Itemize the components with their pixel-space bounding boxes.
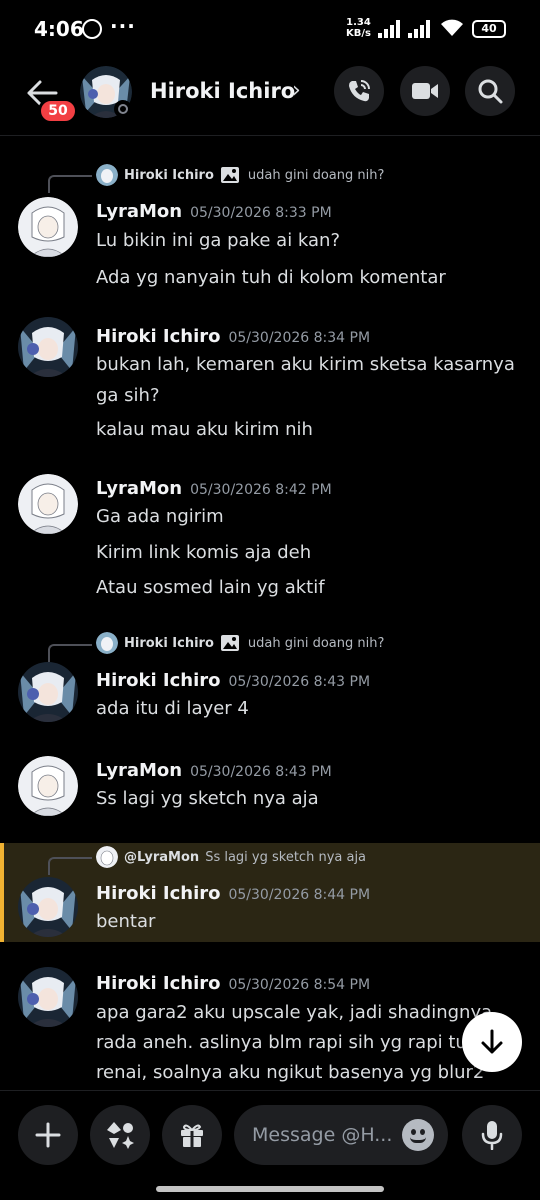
apps-button[interactable] — [90, 1105, 150, 1165]
signal-icon — [378, 20, 402, 38]
microphone-icon — [481, 1121, 503, 1150]
avatar[interactable] — [18, 967, 78, 1027]
avatar — [96, 632, 118, 654]
reply-text: udah gini doang nih? — [247, 635, 385, 651]
message-text: Kirim link komis aja deh — [96, 542, 312, 563]
contact-name[interactable]: Hiroki Ichiro — [150, 79, 295, 103]
battery-icon: 40 — [472, 20, 506, 38]
reply-preview[interactable]: Hiroki Ichiro udah gini doang nih? — [96, 631, 384, 655]
offline-status-icon — [114, 100, 132, 118]
message-text: Atau sosmed lain yg aktif — [96, 577, 325, 598]
emoji-icon[interactable] — [402, 1119, 434, 1151]
image-icon — [220, 167, 239, 183]
message-text: Ss lagi yg sketch nya aja — [96, 788, 319, 809]
whatsapp-icon — [82, 19, 102, 39]
network-speed-value: 1.34 — [346, 17, 371, 28]
author-name[interactable]: Hiroki Ichiro — [96, 326, 220, 347]
message-author[interactable]: LyraMon 05/30/2026 8:33 PM — [96, 201, 332, 222]
message-author[interactable]: LyraMon 05/30/2026 8:42 PM — [96, 478, 332, 499]
author-name[interactable]: LyraMon — [96, 478, 182, 499]
avatar — [96, 164, 118, 186]
message-input-box[interactable] — [234, 1105, 448, 1165]
message-author[interactable]: Hiroki Ichiro 05/30/2026 8:43 PM — [96, 670, 370, 691]
timestamp: 05/30/2026 8:33 PM — [190, 205, 332, 221]
search-icon — [478, 79, 503, 104]
message-text: Ada yg nanyain tuh di kolom komentar — [96, 267, 446, 288]
message-author[interactable]: Hiroki Ichiro 05/30/2026 8:44 PM — [96, 883, 370, 904]
reply-text: udah gini doang nih? — [247, 167, 385, 183]
avatar[interactable] — [18, 317, 78, 377]
signal-icon-2 — [408, 20, 432, 38]
message-text: bentar — [96, 911, 156, 932]
avatar[interactable] — [18, 756, 78, 816]
reply-preview[interactable]: Hiroki Ichiro udah gini doang nih? — [96, 163, 384, 187]
message-author[interactable]: Hiroki Ichiro 05/30/2026 8:54 PM — [96, 973, 370, 994]
attach-button[interactable] — [18, 1105, 78, 1165]
gift-icon — [181, 1124, 203, 1147]
home-indicator[interactable] — [156, 1186, 384, 1192]
avatar[interactable] — [18, 474, 78, 534]
network-speed-unit: KB/s — [346, 28, 371, 39]
timestamp: 05/30/2026 8:43 PM — [228, 674, 371, 690]
message-text: ada itu di layer 4 — [96, 698, 249, 719]
timestamp: 05/30/2026 8:44 PM — [228, 887, 371, 903]
wifi-icon — [441, 19, 463, 36]
clock: 4:06 — [34, 17, 84, 41]
author-name[interactable]: Hiroki Ichiro — [96, 883, 220, 904]
reply-author: @LyraMon — [124, 849, 200, 865]
more-notifications-icon: ··· — [110, 14, 136, 38]
voice-call-button[interactable] — [334, 66, 384, 116]
message-text: kalau mau aku kirim nih — [96, 419, 313, 440]
search-button[interactable] — [465, 66, 515, 116]
avatar — [96, 846, 118, 868]
author-name[interactable]: Hiroki Ichiro — [96, 670, 220, 691]
reply-connector — [48, 644, 92, 662]
timestamp: 05/30/2026 8:54 PM — [228, 977, 371, 993]
reply-connector — [48, 857, 92, 875]
image-icon — [220, 635, 239, 651]
scroll-to-bottom-button[interactable] — [462, 1012, 522, 1072]
message-text: Ga ada ngirim — [96, 506, 224, 527]
video-call-button[interactable] — [400, 66, 450, 116]
apps-icon — [107, 1122, 134, 1149]
message-list[interactable]: Hiroki Ichiro udah gini doang nih? LyraM… — [0, 137, 540, 1090]
reply-text: Ss lagi yg sketch nya aja — [205, 849, 367, 865]
reply-preview[interactable]: @LyraMon Ss lagi yg sketch nya aja — [96, 845, 366, 869]
message-author[interactable]: LyraMon 05/30/2026 8:43 PM — [96, 760, 332, 781]
message-text: apa gara2 aku upscale yak, jadi shadingn… — [96, 1002, 493, 1023]
scroll-down-arrow-icon — [481, 1029, 503, 1054]
network-speed: 1.34 KB/s — [346, 17, 371, 39]
phone-call-icon — [349, 80, 370, 102]
message-input[interactable] — [252, 1105, 392, 1165]
message-author[interactable]: Hiroki Ichiro 05/30/2026 8:34 PM — [96, 326, 370, 347]
unread-badge: 50 — [38, 98, 78, 124]
composer-bar — [0, 1090, 540, 1200]
plus-icon — [35, 1122, 61, 1148]
avatar[interactable] — [18, 662, 78, 722]
gift-button[interactable] — [162, 1105, 222, 1165]
reply-connector — [48, 175, 92, 193]
reply-author: Hiroki Ichiro — [124, 167, 214, 183]
video-camera-icon — [412, 83, 438, 99]
avatar[interactable] — [18, 197, 78, 257]
timestamp: 05/30/2026 8:42 PM — [190, 482, 332, 498]
avatar[interactable] — [18, 877, 78, 937]
reply-author: Hiroki Ichiro — [124, 635, 214, 651]
status-bar: 4:06 ··· 1.34 KB/s 40 — [0, 0, 540, 60]
author-name[interactable]: LyraMon — [96, 201, 182, 222]
timestamp: 05/30/2026 8:43 PM — [190, 764, 332, 780]
author-name[interactable]: LyraMon — [96, 760, 182, 781]
chevron-right-icon[interactable]: › — [292, 78, 301, 103]
author-name[interactable]: Hiroki Ichiro — [96, 973, 220, 994]
message-text: bukan lah, kemaren aku kirim sketsa kasa… — [96, 354, 515, 375]
message-text: renai, soalnya aku ngikut basenya yg blu… — [96, 1062, 485, 1083]
chat-header: 50 Hiroki Ichiro › — [0, 60, 540, 136]
voice-message-button[interactable] — [462, 1105, 522, 1165]
message-text: Lu bikin ini ga pake ai kan? — [96, 230, 341, 251]
timestamp: 05/30/2026 8:34 PM — [228, 330, 371, 346]
message-text: ga sih? — [96, 385, 160, 406]
